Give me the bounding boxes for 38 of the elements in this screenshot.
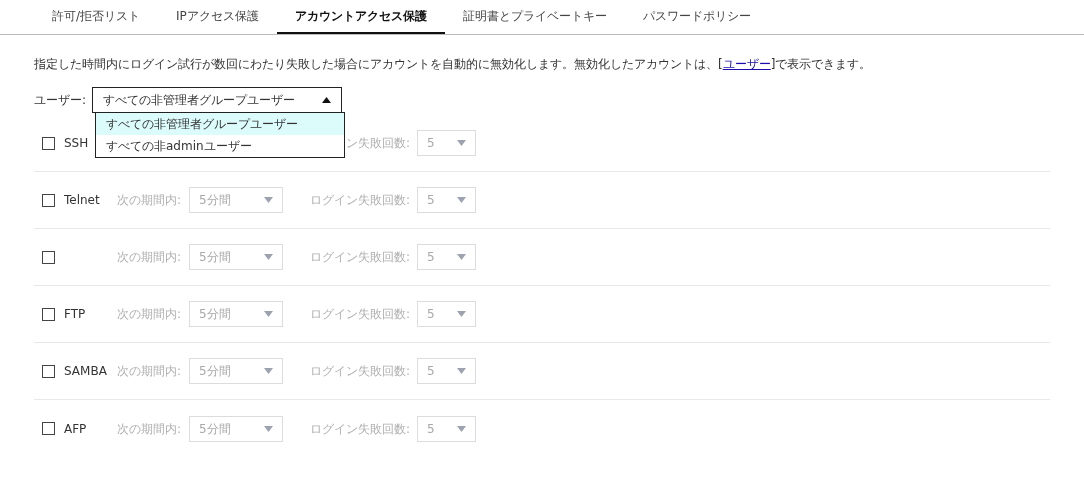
attempts-label: ン失敗回数: [345, 136, 410, 150]
user-label: ユーザー: [34, 92, 87, 109]
tab[interactable]: 証明書とプライベートキー [444, 0, 625, 34]
caret-icon [322, 97, 332, 103]
attempts-label: ログイン失敗回数: [309, 193, 410, 207]
attempts-label: ログイン失敗回数: [309, 307, 410, 321]
dropdown-option[interactable]: すべての非管理者グループユーザー [96, 113, 344, 135]
period-label: 次の期間内: [117, 193, 182, 207]
caret-icon [264, 197, 273, 203]
users-link[interactable]: ユーザー [722, 57, 771, 71]
caret-icon [457, 140, 466, 146]
caret-icon [457, 425, 466, 432]
period-label: 次の期間内: [117, 307, 182, 321]
user-dropdown[interactable]: すべての非管理者グループユーザー [92, 87, 343, 113]
caret-icon [264, 311, 273, 317]
period-label: 次の期間内: [117, 421, 182, 436]
service-name: Telnet [64, 193, 100, 207]
caret-icon [457, 368, 466, 374]
caret-icon [264, 368, 273, 374]
service-name: SSH [64, 136, 89, 150]
service-name: AFP [64, 421, 87, 436]
tab[interactable]: アカウントアクセス保護 [276, 0, 445, 34]
caret-icon [457, 197, 466, 203]
caret-icon [264, 425, 273, 432]
caret-icon [457, 254, 466, 260]
attempts-label: ログイン失敗回数: [309, 364, 410, 378]
period-label: 次の期間内: [117, 364, 182, 378]
tab[interactable]: パスワードポリシー [624, 0, 769, 34]
attempts-label: ログイン失敗回数: [309, 421, 410, 436]
caret-icon [264, 254, 273, 260]
tab[interactable]: IPアクセス保護 [158, 0, 277, 34]
tab[interactable]: 許可/拒否リスト [34, 0, 159, 34]
service-name: SAMBA [64, 364, 107, 378]
description-text: 指定した時間内にログイン試行が数回にわたり失敗した場合にアカウントを自動的に無効化します。無効化したアカウントは、[ユーザー]で表示できます。 [34, 56, 873, 73]
service-name: FTP [64, 307, 86, 321]
attempts-label: ログイン失敗回数: [309, 250, 410, 264]
period-label: 次の期間内: [117, 250, 182, 264]
caret-icon [457, 311, 466, 317]
